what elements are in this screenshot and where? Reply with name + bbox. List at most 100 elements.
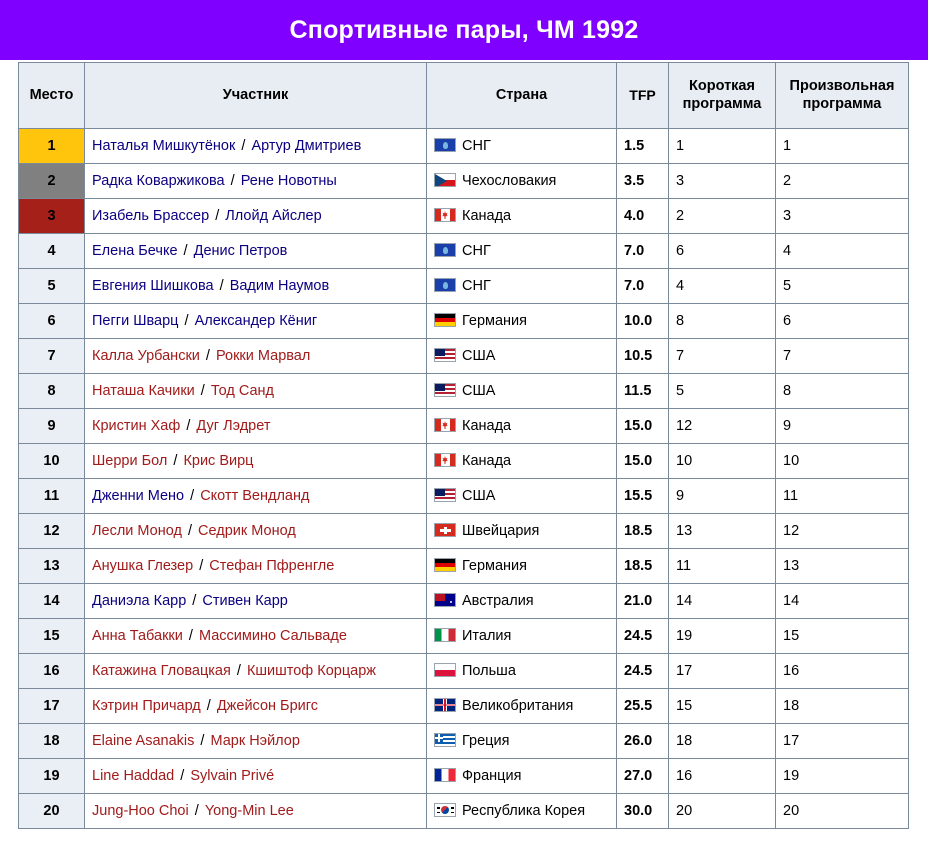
country-name: Германия [462,558,528,574]
cell-country: Канада [426,408,617,444]
skater-link-second[interactable]: Александер Кёниг [195,313,318,329]
skater-link-first[interactable]: Радка Коваржикова [92,173,225,189]
participant-separator: / [196,733,209,749]
skater-link-second[interactable]: Стефан Пфренгле [209,558,334,574]
short-program-line2: программа [682,95,762,112]
cell-country: Чехословакия [426,163,617,199]
skater-link-first[interactable]: Jung-Hoo Choi [92,803,189,819]
table-row: 6 Пегги Шварц / Александер Кёниг Германия 1… [18,303,909,339]
cell-free-program: 6 [775,303,909,339]
skater-link-second[interactable]: Кшиштоф Корцарж [247,663,376,679]
cell-participant: Кристин Хаф / Дуг Лэдрет [84,408,427,444]
skater-link-second[interactable]: Джейсон Бригс [217,698,318,714]
skater-link-first[interactable]: Line Haddad [92,768,174,784]
skater-link-first[interactable]: Анна Табакки [92,628,183,644]
skater-link-first[interactable]: Елена Бечке [92,243,178,259]
skater-link-second[interactable]: Дуг Лэдрет [196,418,270,434]
skater-link-second[interactable]: Массимино Сальваде [199,628,347,644]
cell-free-program: 13 [775,548,909,584]
participant-separator: / [202,698,215,714]
cell-country: Канада [426,198,617,234]
skater-link-first[interactable]: Евгения Шишкова [92,278,214,294]
skater-link-second[interactable]: Марк Нэйлор [210,733,299,749]
cell-place: 19 [18,758,85,794]
cell-place: 9 [18,408,85,444]
cell-participant: Изабель Брассер / Ллойд Айслер [84,198,427,234]
skater-link-first[interactable]: Кристин Хаф [92,418,180,434]
cell-participant: Радка Коваржикова / Рене Новотны [84,163,427,199]
skater-link-second[interactable]: Ллойд Айслер [225,208,321,224]
table-row: 7 Калла Урбански / Рокки Марвал США 10.5 7 7 [18,338,909,374]
cell-place: 4 [18,233,85,269]
skater-link-second[interactable]: Артур Дмитриев [251,138,361,154]
cell-short-program: 17 [668,653,776,689]
skater-link-first[interactable]: Калла Урбански [92,348,200,364]
skater-link-first[interactable]: Дженни Мено [92,488,184,504]
participant-separator: / [211,208,224,224]
country-name: Швейцария [462,523,540,539]
cell-free-program: 12 [775,513,909,549]
cell-short-program: 4 [668,268,776,304]
skater-link-first[interactable]: Пегги Шварц [92,313,178,329]
skater-link-second[interactable]: Рене Новотны [241,173,337,189]
skater-link-second[interactable]: Стивен Карр [202,593,288,609]
skater-link-first[interactable]: Катажина Гловацкая [92,663,231,679]
flag-usa-icon [434,488,456,502]
skater-link-first[interactable]: Изабель Брассер [92,208,209,224]
cell-tfp: 24.5 [616,618,669,654]
table-row: 10 Шерри Бол / Крис Вирц Канада 15.0 10 10 [18,443,909,479]
cell-short-program: 9 [668,478,776,514]
skater-link-first[interactable]: Даниэла Карр [92,593,186,609]
skater-link-first[interactable]: Лесли Монод [92,523,182,539]
cell-place: 18 [18,723,85,759]
skater-link-first[interactable]: Elaine Asanakis [92,733,194,749]
flag-germany-icon [434,558,456,572]
table-row: 17 Кэтрин Причард / Джейсон Бригс Великобр… [18,688,909,724]
country-name: Чехословакия [462,173,557,189]
skater-link-first[interactable]: Кэтрин Причард [92,698,201,714]
cell-participant: Наталья Мишкутёнок / Артур Дмитриев [84,128,427,164]
cell-country: Республика Корея [426,793,617,829]
participant-separator: / [190,803,203,819]
participant-separator: / [196,383,209,399]
cell-tfp: 27.0 [616,758,669,794]
country-name: Канада [462,453,512,469]
cell-short-program: 11 [668,548,776,584]
skater-link-second[interactable]: Рокки Марвал [216,348,310,364]
skater-link-second[interactable]: Sylvain Privé [190,768,274,784]
skater-link-first[interactable]: Наталья Мишкутёнок [92,138,235,154]
table-row: 2 Радка Коваржикова / Рене Новотны Чехосло… [18,163,909,199]
table-row: 4 Елена Бечке / Денис Петров СНГ 7.0 6 4 [18,233,909,269]
skater-link-first[interactable]: Наташа Качики [92,383,195,399]
cell-country: Греция [426,723,617,759]
cell-participant: Наташа Качики / Тод Санд [84,373,427,409]
cell-participant: Elaine Asanakis / Марк Нэйлор [84,723,427,759]
cell-tfp: 18.5 [616,513,669,549]
cell-tfp: 3.5 [616,163,669,199]
results-table: Место Участник Страна TFP Короткая прогр… [18,62,909,829]
cell-place: 6 [18,303,85,339]
skater-link-second[interactable]: Yong-Min Lee [205,803,294,819]
cell-tfp: 24.5 [616,653,669,689]
skater-link-second[interactable]: Тод Санд [211,383,274,399]
skater-link-second[interactable]: Седрик Монод [198,523,296,539]
cell-country: СНГ [426,128,617,164]
flag-germany-icon [434,313,456,327]
cell-free-program: 10 [775,443,909,479]
skater-link-second[interactable]: Крис Вирц [183,453,253,469]
participant-separator: / [237,138,250,154]
flag-usa-icon [434,348,456,362]
cell-place: 2 [18,163,85,199]
country-name: США [462,488,496,504]
cell-short-program: 2 [668,198,776,234]
cell-country: Канада [426,443,617,479]
skater-link-first[interactable]: Шерри Бол [92,453,167,469]
cell-free-program: 1 [775,128,909,164]
skater-link-second[interactable]: Скотт Вендланд [200,488,309,504]
skater-link-second[interactable]: Вадим Наумов [230,278,330,294]
table-row: 18 Elaine Asanakis / Марк Нэйлор Греция 26.… [18,723,909,759]
country-name: Польша [462,663,516,679]
skater-link-second[interactable]: Денис Петров [194,243,288,259]
cell-place: 16 [18,653,85,689]
skater-link-first[interactable]: Анушка Глезер [92,558,193,574]
